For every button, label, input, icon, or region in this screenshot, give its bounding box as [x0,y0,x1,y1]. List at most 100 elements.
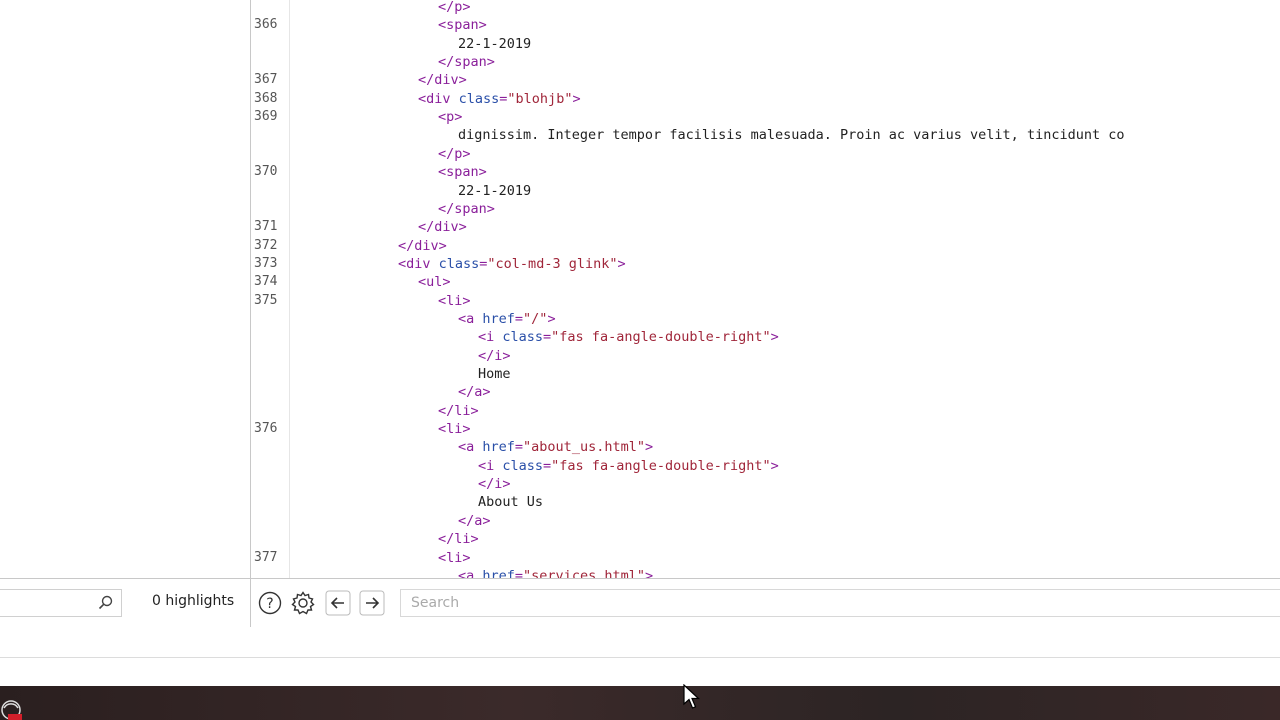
left-search-box[interactable] [0,589,122,617]
source-line: <a href="about_us.html"> [252,438,1280,456]
token-tag: <li> [438,292,471,309]
line-number: 367 [254,72,278,88]
source-line: 374 <ul> [252,273,1280,291]
token-tag: <div [418,90,459,107]
line-content: About Us [478,493,543,511]
line-content: <li> [438,420,471,438]
line-number: 374 [254,274,278,290]
left-pane [0,0,251,578]
line-content: </div> [398,237,447,255]
line-content: </div> [418,218,467,236]
arrow-left-icon[interactable] [325,590,351,616]
source-line: 22-1-2019 [252,182,1280,200]
token-tag: <a [458,567,483,578]
line-content: </li> [438,402,479,420]
source-line: </li> [252,530,1280,548]
line-number: 377 [254,549,278,565]
line-content: </a> [458,383,491,401]
source-line: 368 <div class="blohjb"> [252,90,1280,108]
source-line: </span> [252,200,1280,218]
line-content: dignissim. Integer tempor facilisis male… [458,126,1124,144]
source-line: 22-1-2019 [252,35,1280,53]
token-attr: class [458,90,500,107]
line-number: 375 [254,292,278,308]
line-content: <span> [438,163,487,181]
gear-icon[interactable] [290,590,316,616]
token-tag: </li> [438,531,479,548]
line-content: <a href="/"> [458,310,556,328]
line-content: Home [478,365,511,383]
token-tag: </div> [418,72,467,89]
source-line: About Us [252,493,1280,511]
token-val: "/" [523,310,548,327]
source-line: 377 <li> [252,549,1280,567]
token-attr: href [482,439,515,456]
source-line: </li> [252,402,1280,420]
line-content: </p> [438,0,471,16]
line-content: </span> [438,53,495,71]
token-tag: <i [478,457,503,474]
line-number: 373 [254,255,278,271]
app-logo-icon[interactable] [0,696,26,720]
token-tag: </span> [438,200,495,217]
line-number: 369 [254,109,278,125]
line-content: <i class="fas fa-angle-double-right"> [478,457,779,475]
token-tag: = [514,310,524,327]
line-content: 22-1-2019 [458,182,531,200]
line-content: <a href="about_us.html"> [458,438,653,456]
source-line: </i> [252,347,1280,365]
source-line: dignissim. Integer tempor facilisis male… [252,126,1280,144]
source-line: 370 <span> [252,163,1280,181]
find-search-input[interactable] [400,589,1280,617]
token-text: About Us [478,494,544,511]
line-number: 368 [254,90,278,106]
token-tag: </i> [478,347,511,364]
token-tag: </i> [478,476,511,493]
token-tag: = [514,567,524,578]
source-view: </p> 366 <span> 22-1-2019 </span> 367 </div> 36… [252,0,1280,578]
token-attr: class [502,457,544,474]
token-val: "blohjb" [507,90,573,107]
token-val: "about_us.html" [523,439,645,456]
source-line: <a href="/"> [252,310,1280,328]
token-tag: <i [478,329,503,346]
token-tag: <li> [438,421,471,438]
find-bar: 0 highlights ? [0,578,1280,628]
line-content: <span> [438,16,487,34]
source-line: 369 <p> [252,108,1280,126]
source-line: <i class="fas fa-angle-double-right"> [252,457,1280,475]
source-line: 376 <li> [252,420,1280,438]
token-tag: <li> [438,549,471,566]
token-tag: <a [458,439,483,456]
source-line: </p> [252,145,1280,163]
line-content: </div> [418,71,467,89]
token-tag: <span> [438,17,487,34]
line-content: </a> [458,512,491,530]
token-tag: <span> [438,164,487,181]
token-tag: > [644,439,654,456]
line-content: <ul> [418,273,451,291]
line-content: </p> [438,145,471,163]
source-line: 375 <li> [252,292,1280,310]
token-tag: <ul> [418,274,451,291]
search-icon[interactable] [97,594,115,612]
source-line: <i class="fas fa-angle-double-right"> [252,328,1280,346]
help-icon[interactable]: ? [257,590,283,616]
line-content: </i> [478,475,511,493]
source-line: 373 <div class="col-md-3 glink"> [252,255,1280,273]
line-content: <p> [438,108,462,126]
source-line: </i> [252,475,1280,493]
token-tag: </p> [438,0,471,15]
source-line: </span> [252,53,1280,71]
line-number: 366 [254,17,278,33]
token-attr: href [482,567,515,578]
source-line: </p> [252,0,1280,16]
token-tag: </span> [438,54,495,71]
status-strip [0,627,1280,658]
source-line: </a> [252,383,1280,401]
token-text: 22-1-2019 [458,182,532,199]
line-content: </span> [438,200,495,218]
highlights-count: 0 highlights [152,593,235,609]
arrow-right-icon[interactable] [359,590,385,616]
source-line: <a href="services.html"> [252,567,1280,578]
